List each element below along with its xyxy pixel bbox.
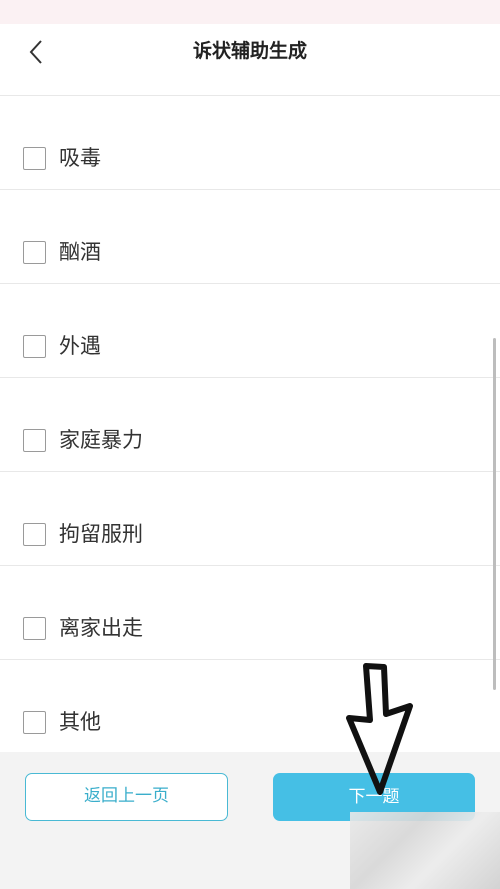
option-label: 吸毒 bbox=[59, 146, 101, 170]
page-title: 诉状辅助生成 bbox=[192, 40, 307, 62]
arrow-down-icon bbox=[346, 663, 413, 795]
checkbox[interactable] bbox=[23, 147, 46, 170]
option-label: 家庭暴力 bbox=[59, 428, 143, 452]
back-button[interactable] bbox=[18, 34, 54, 70]
prev-page-button[interactable]: 返回上一页 bbox=[25, 773, 228, 821]
navigation-bar: 诉状辅助生成 bbox=[0, 24, 500, 79]
checkbox[interactable] bbox=[23, 335, 46, 358]
option-label: 外遇 bbox=[59, 334, 101, 358]
option-row-drug-use[interactable]: 吸毒 bbox=[0, 95, 500, 190]
scrollbar[interactable] bbox=[493, 338, 496, 690]
status-bar bbox=[0, 0, 500, 24]
checkbox[interactable] bbox=[23, 711, 46, 734]
checkbox[interactable] bbox=[23, 429, 46, 452]
options-list: 吸毒 酗酒 外遇 家庭暴力 拘留服刑 离家出走 其他 bbox=[0, 78, 500, 752]
option-row-alcoholism[interactable]: 酗酒 bbox=[0, 189, 500, 284]
option-row-detention[interactable]: 拘留服刑 bbox=[0, 471, 500, 566]
chevron-left-icon bbox=[29, 40, 42, 64]
option-row-domestic-violence[interactable]: 家庭暴力 bbox=[0, 377, 500, 472]
option-label: 离家出走 bbox=[59, 616, 143, 640]
option-row-other[interactable]: 其他 bbox=[0, 659, 500, 752]
checkbox[interactable] bbox=[23, 523, 46, 546]
option-label: 拘留服刑 bbox=[59, 522, 143, 546]
checkbox[interactable] bbox=[23, 241, 46, 264]
option-row-affair[interactable]: 外遇 bbox=[0, 283, 500, 378]
option-label: 酗酒 bbox=[59, 240, 101, 264]
watermark-blur bbox=[350, 812, 500, 889]
checkbox[interactable] bbox=[23, 617, 46, 640]
option-label: 其他 bbox=[59, 710, 101, 734]
option-row-left-home[interactable]: 离家出走 bbox=[0, 565, 500, 660]
